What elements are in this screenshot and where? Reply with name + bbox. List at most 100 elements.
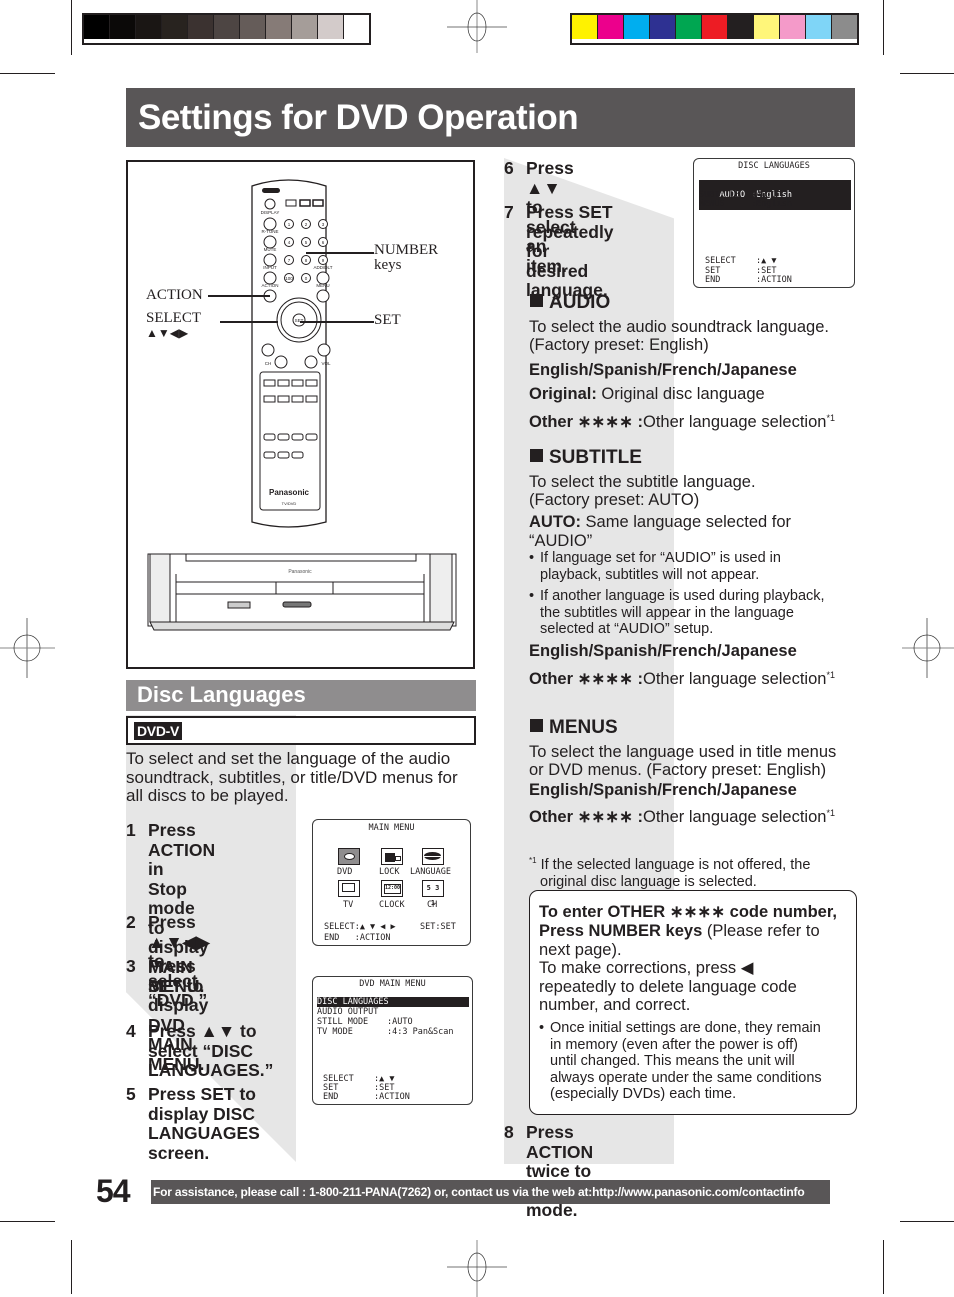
clock-icon-text: 12:00 bbox=[384, 884, 401, 894]
bullet-line: always operate under the same conditions bbox=[550, 1069, 822, 1086]
svg-text:VOL: VOL bbox=[321, 361, 331, 366]
color-swatch bbox=[598, 15, 624, 39]
bullet-line: If another language is used during playb… bbox=[540, 588, 825, 604]
step-line: LANGUAGES bbox=[148, 1123, 260, 1143]
bullet-line: until changed. This means the unit will bbox=[550, 1053, 795, 1069]
svg-text:MENU: MENU bbox=[316, 283, 329, 288]
step-line: Press ▲▼ to bbox=[148, 1021, 257, 1041]
step-number: 4 bbox=[126, 1021, 136, 1041]
screen-title: DVD MAIN MENU bbox=[359, 979, 426, 989]
color-swatch bbox=[702, 15, 728, 39]
option-label: Other ∗∗∗∗ : bbox=[529, 670, 643, 688]
bullet-line: in memory (even after the power is off) bbox=[550, 1036, 798, 1053]
menus-languages: English/Spanish/French/Japanese bbox=[529, 781, 797, 799]
page-title-bar: Settings for DVD Operation bbox=[126, 88, 855, 147]
subtitle-heading: SUBTITLE bbox=[530, 447, 642, 469]
bullet-line: playback, subtitles will not appear. bbox=[540, 566, 760, 583]
step-text: Press ▲▼ to select “DISC LANGUAGES.” bbox=[148, 1021, 273, 1081]
svg-text:100: 100 bbox=[285, 276, 293, 281]
menu-item-label: CH bbox=[427, 900, 438, 910]
osd-row-label: TV MODE bbox=[317, 1027, 353, 1037]
bullet-text: If another language is used during playb… bbox=[540, 588, 825, 638]
svg-text:INPUT: INPUT bbox=[263, 265, 277, 270]
disc-icon bbox=[338, 848, 360, 865]
color-swatch bbox=[84, 15, 110, 39]
note-line: Press NUMBER keys (Please refer to bbox=[539, 922, 820, 941]
registration-target-icon bbox=[0, 618, 55, 678]
osd-row-label: STILL MODE bbox=[317, 1017, 369, 1027]
step-line: Press ACTION in bbox=[148, 820, 216, 879]
footnote-text: If the selected language is not offered,… bbox=[536, 857, 811, 873]
menu-item-label: TV bbox=[343, 900, 354, 910]
osd-footer-set: SET:SET bbox=[420, 922, 456, 932]
audio-languages: English/Spanish/French/Japanese bbox=[529, 361, 797, 379]
section-intro: To select and set the language of the au… bbox=[126, 749, 458, 805]
disc-type-box: DVD-V bbox=[126, 716, 476, 745]
audio-description: To select the audio soundtrack language. bbox=[529, 318, 829, 336]
note-bold-text: Press NUMBER keys bbox=[539, 922, 703, 940]
dvd-v-badge: DVD-V bbox=[134, 722, 183, 740]
bullet-line: (especially DVDs) each time. bbox=[550, 1086, 737, 1102]
step-text: Press ACTION twice to exit this mode. bbox=[526, 1122, 593, 1221]
note-line: number, and correct. bbox=[539, 996, 691, 1014]
crop-mark bbox=[900, 73, 954, 74]
step-number: 7 bbox=[504, 202, 514, 222]
note-box: To enter OTHER ∗∗∗∗ code number, Press N… bbox=[529, 890, 857, 1115]
heading-text: MENUS bbox=[549, 717, 618, 738]
crop-mark bbox=[71, 1240, 72, 1294]
menus-other: Other ∗∗∗∗ :Other language selection*1 bbox=[529, 804, 835, 827]
crop-mark bbox=[0, 1221, 55, 1222]
step-line: Press SET to bbox=[148, 956, 204, 996]
svg-text:ADD/DLT: ADD/DLT bbox=[314, 265, 333, 270]
option-label: Original: bbox=[529, 385, 597, 403]
crop-mark bbox=[900, 1221, 954, 1222]
callout-text: NUMBER bbox=[374, 242, 439, 258]
option-label: Other ∗∗∗∗ : bbox=[529, 413, 643, 431]
bullet-line: Once initial settings are done, they rem… bbox=[550, 1020, 821, 1036]
step-text: Press SET to display DISC LANGUAGES scre… bbox=[148, 1084, 260, 1163]
action-leader bbox=[208, 295, 270, 297]
menu-item-label: LANGUAGE bbox=[410, 867, 451, 877]
audio-other: Other ∗∗∗∗ :Other language selection*1 bbox=[529, 409, 835, 432]
svg-text:MUTE: MUTE bbox=[264, 247, 277, 252]
color-swatch bbox=[214, 15, 240, 39]
crop-mark bbox=[0, 73, 55, 74]
registration-target-icon bbox=[447, 0, 507, 53]
assistance-footer: For assistance, please call : 1-800-211-… bbox=[151, 1180, 830, 1204]
osd-footer-end: END :ACTION bbox=[324, 933, 391, 943]
screen-title: DISC LANGUAGES bbox=[738, 161, 810, 171]
svg-text:DISPLAY: DISPLAY bbox=[261, 210, 280, 215]
remote-control-image: 123 456 789 100 0 SET DISPLAYR-TUNEMUTE I… bbox=[147, 179, 457, 631]
audio-original: Original: Original disc language bbox=[529, 385, 765, 404]
footnote-ref: *1 bbox=[826, 413, 835, 423]
step-line: display DISC bbox=[148, 1103, 255, 1124]
osd-footer-value: :▲ ▼ bbox=[756, 256, 777, 266]
footnote-line: *1 If the selected language is not offer… bbox=[529, 853, 859, 874]
osd-footer-label: SELECT bbox=[705, 256, 736, 266]
osd-footer-value: :ACTION bbox=[756, 275, 792, 285]
lips-icon bbox=[422, 848, 444, 865]
callout-text: SELECT bbox=[146, 310, 201, 326]
number-keys-leader bbox=[306, 252, 374, 254]
action-callout: ACTION bbox=[146, 287, 203, 303]
svg-text:CH: CH bbox=[265, 361, 272, 366]
step-line: select “DISC bbox=[148, 1040, 254, 1061]
square-bullet-icon bbox=[530, 294, 543, 307]
color-swatch bbox=[110, 15, 136, 39]
bullet-dot: • bbox=[539, 1020, 545, 1036]
osd-row-value: :4:3 Pan&Scan bbox=[387, 1027, 454, 1037]
step-number: 5 bbox=[126, 1084, 136, 1104]
square-bullet-icon bbox=[530, 719, 543, 732]
disc-languages-screen: DISC LANGUAGES AUDIO:English SUBTITLE :A… bbox=[693, 158, 855, 288]
crop-mark bbox=[883, 1240, 884, 1294]
square-bullet-icon bbox=[530, 449, 543, 462]
step-number: 1 bbox=[126, 820, 136, 840]
remote-brand: Panasonic bbox=[269, 488, 310, 497]
bullet-line: If language set for “AUDIO” is used in bbox=[540, 550, 781, 566]
osd-row-label: DISC LANGUAGES bbox=[317, 997, 389, 1007]
color-swatch bbox=[240, 15, 266, 39]
option-text: Other language selection bbox=[642, 413, 827, 431]
step-number: 8 bbox=[504, 1122, 514, 1142]
osd-row-label: MENUS bbox=[699, 199, 725, 209]
bullet-dot: • bbox=[529, 588, 535, 604]
